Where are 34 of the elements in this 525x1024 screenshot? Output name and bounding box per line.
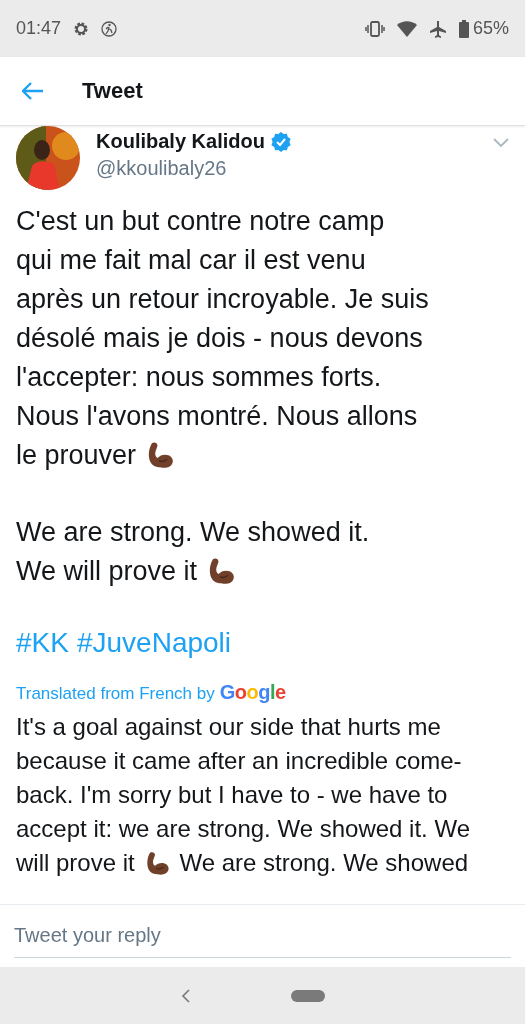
status-time: 01:47 [16, 18, 62, 39]
google-logo: Google [219, 681, 286, 704]
tweet-text: We are strong. We showed it. [16, 516, 370, 549]
tweet-text: C'est un but contre notre camp [16, 205, 385, 238]
tweet-text: We will prove it [16, 555, 198, 588]
tweet-text: will prove it [16, 848, 135, 878]
tweet-text: l'accepter: nous sommes forts. [16, 361, 382, 394]
author-handle: @kkoulibaly26 [96, 157, 228, 180]
home-button[interactable] [290, 989, 325, 1002]
vibrate-icon [364, 20, 385, 37]
page-title: Tweet [82, 78, 143, 104]
tweet-text: back. I'm sorry but I have to - we have to [16, 780, 448, 810]
gear-icon [73, 20, 90, 37]
tweet-text: accept it: we are strong. We showed it. We [16, 814, 470, 844]
tweet-text: Nous l'avons montré. Nous allons [16, 400, 418, 433]
accessibility-icon [101, 20, 118, 37]
battery-icon [458, 19, 469, 38]
tweet-text: It's a goal against our side that hurts me [16, 712, 441, 742]
hashtag-link[interactable]: #KK [16, 627, 69, 659]
back-arrow-icon[interactable] [22, 82, 44, 100]
tweet-text: We are strong. We showed [179, 848, 469, 878]
tweet-text: désolé mais je dois - nous devons [16, 322, 423, 355]
tweet-text: because it came after an incredible come- [16, 746, 462, 776]
tweet-text: après un retour incroyable. Je suis [16, 283, 429, 316]
back-icon[interactable] [180, 987, 191, 1004]
translation-label[interactable]: Translated from French by [16, 684, 215, 704]
wifi-icon [396, 20, 417, 37]
battery-percentage: 65% [472, 18, 509, 39]
tweet-text: qui me fait mal car il est venu [16, 244, 366, 277]
tweet-text: le prouver [16, 439, 137, 472]
hashtag-link[interactable]: #JuveNapoli [76, 627, 232, 659]
chevron-down-icon[interactable] [493, 138, 509, 148]
author-name: Koulibaly Kalidou [96, 130, 265, 153]
airplane-icon [428, 19, 447, 38]
